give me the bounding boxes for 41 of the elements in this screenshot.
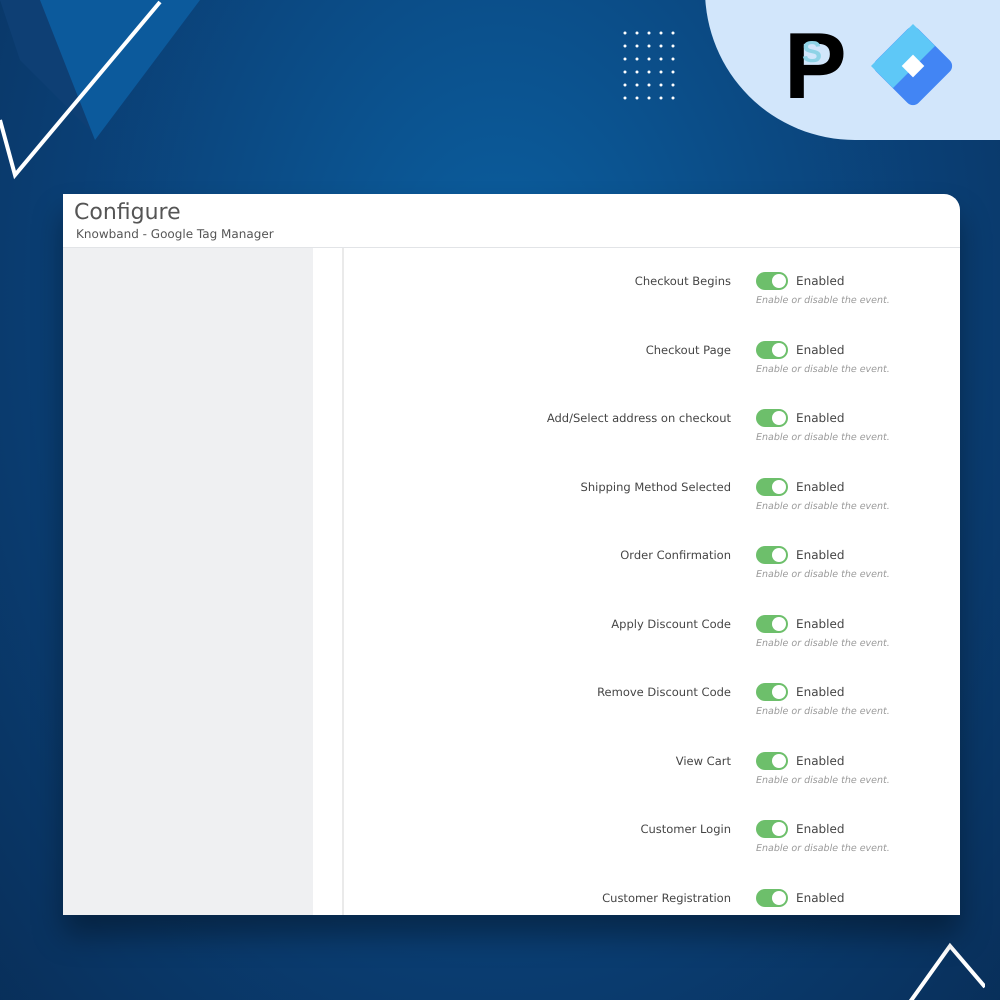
help-text: Enable or disable the event. <box>756 638 890 648</box>
help-text: Enable or disable the event. <box>756 569 890 580</box>
help-text: Enable or disable the event. <box>756 295 890 306</box>
toggle-switch[interactable] <box>756 478 788 496</box>
toggle-state-label: Enabled <box>796 480 844 494</box>
toggle-switch[interactable] <box>756 888 788 906</box>
help-text: Enable or disable the event. <box>756 432 890 443</box>
help-text: Enable or disable the event. <box>756 500 890 512</box>
event-label: Shipping Method Selected <box>580 478 731 496</box>
event-label: Remove Discount Code <box>596 684 731 701</box>
toggle-switch[interactable] <box>756 272 788 290</box>
toggle-switch[interactable] <box>756 340 788 358</box>
toggle-state-label: Enabled <box>796 890 844 904</box>
help-text: Enable or disable the event. <box>756 843 890 854</box>
event-label: Add/Select address on checkout <box>546 410 731 427</box>
toggle-state-label: Enabled <box>796 342 844 356</box>
help-text: Enable or disable the event. <box>756 364 890 374</box>
event-label: Apply Discount Code <box>610 616 731 632</box>
event-label: Order Confirmation <box>619 547 731 564</box>
toggle-state-label: Enabled <box>796 411 844 425</box>
toggle-state-label: Enabled <box>796 754 844 768</box>
event-label: Customer Login <box>639 821 731 838</box>
help-text: Enable or disable the event. <box>756 706 890 717</box>
page-subtitle: Knowband - Google Tag Manager <box>76 226 275 242</box>
toggle-switch[interactable] <box>756 683 788 701</box>
event-label: Checkout Page <box>644 342 731 358</box>
help-text: Enable or disable the event. <box>756 774 890 786</box>
page-title: Configure <box>74 200 182 226</box>
event-label: Checkout Begins <box>634 273 731 290</box>
event-label: Customer Registration <box>601 890 731 906</box>
toggle-switch[interactable] <box>756 752 788 770</box>
toggle-switch[interactable] <box>756 546 788 564</box>
toggle-state-label: Enabled <box>796 616 844 630</box>
toggle-switch[interactable] <box>756 614 788 632</box>
event-label: View Cart <box>674 752 731 770</box>
toggle-state-label: Enabled <box>796 548 844 562</box>
toggle-state-label: Enabled <box>796 685 844 699</box>
toggle-switch[interactable] <box>756 820 788 838</box>
toggle-state-label: Enabled <box>796 274 844 288</box>
toggle-switch[interactable] <box>756 409 788 427</box>
toggle-state-label: Enabled <box>796 822 844 836</box>
